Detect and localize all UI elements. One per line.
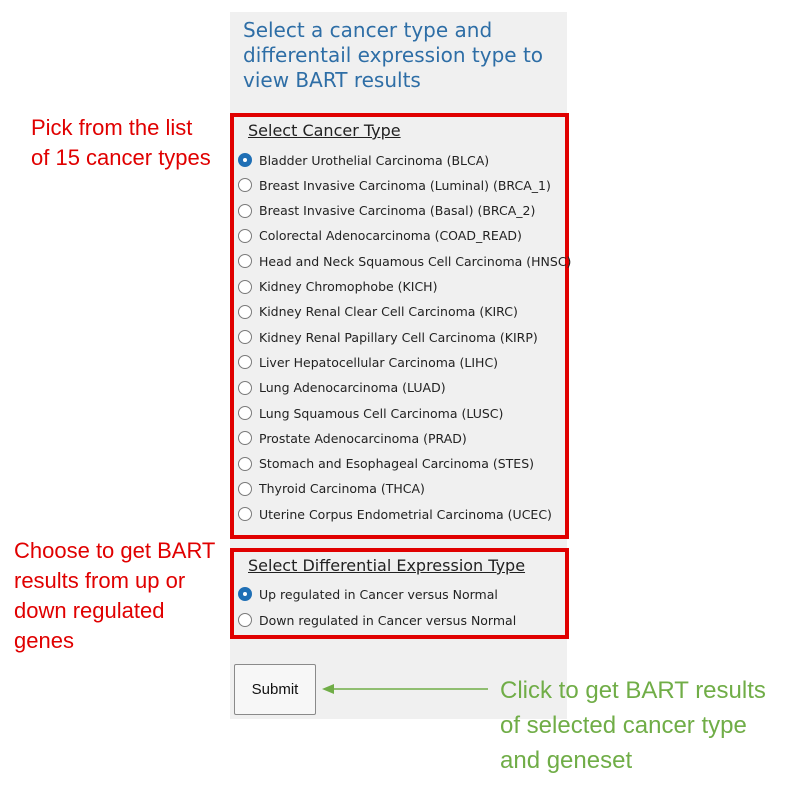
cancer-type-option-label: Uterine Corpus Endometrial Carcinoma (UC… — [259, 506, 552, 522]
cancer-type-option-label: Head and Neck Squamous Cell Carcinoma (H… — [259, 253, 572, 269]
cancer-type-option[interactable]: Lung Adenocarcinoma (LUAD) — [238, 378, 446, 398]
radio-button[interactable] — [238, 254, 252, 269]
radio-button[interactable] — [238, 406, 252, 420]
radio-button[interactable] — [238, 153, 252, 167]
cancer-type-option-label: Breast Invasive Carcinoma (Basal) (BRCA_… — [259, 203, 536, 219]
radio-button[interactable] — [238, 380, 252, 395]
cancer-type-option[interactable]: Breast Invasive Carcinoma (Luminal) (BRC… — [238, 175, 551, 195]
cancer-type-option[interactable]: Kidney Renal Clear Cell Carcinoma (KIRC) — [238, 302, 518, 322]
radio-button[interactable] — [238, 431, 252, 446]
cancer-type-option-label: Kidney Chromophobe (KICH) — [259, 279, 438, 294]
cancer-type-option-label: Kidney Renal Papillary Cell Carcinoma (K… — [259, 329, 538, 345]
diff-type-option-label: Down regulated in Cancer versus Normal — [259, 612, 517, 628]
arrow-left-icon — [322, 684, 488, 694]
radio-button[interactable] — [238, 507, 252, 522]
submit-annotation-line: of selected cancer type — [500, 712, 747, 739]
radio-button[interactable] — [238, 456, 252, 471]
cancer-type-option[interactable]: Kidney Chromophobe (KICH) — [238, 277, 437, 297]
cancer-type-option[interactable]: Colorectal Adenocarcinoma (COAD_READ) — [238, 226, 522, 246]
panel-title: Select a cancer type and differentail ex… — [243, 18, 544, 92]
radio-button[interactable] — [238, 228, 252, 243]
cancer-type-option-label: Liver Hepatocellular Carcinoma (LIHC) — [259, 354, 499, 370]
cancer-type-option-label: Stomach and Esophageal Carcinoma (STES) — [259, 456, 535, 472]
radio-button[interactable] — [238, 355, 252, 370]
submit-annotation-line: Click to get BART results — [500, 677, 766, 704]
cancer-type-option[interactable]: Lung Squamous Cell Carcinoma (LUSC) — [238, 403, 503, 423]
diff-annotation: Choose to get BART results from up or do… — [14, 536, 215, 656]
cancer-type-option[interactable]: Breast Invasive Carcinoma (Basal) (BRCA_… — [238, 201, 535, 221]
diff-type-option-label: Up regulated in Cancer versus Normal — [259, 586, 498, 602]
radio-button[interactable] — [238, 304, 252, 319]
cancer-type-option-label: Prostate Adenocarcinoma (PRAD) — [259, 430, 467, 446]
radio-button[interactable] — [238, 330, 252, 345]
diff-annotation-line: Choose to get BART — [14, 538, 216, 563]
radio-button[interactable] — [238, 178, 252, 193]
cancer-annotation-line: Pick from the list — [31, 115, 193, 140]
cancer-type-option-label: Breast Invasive Carcinoma (Luminal) (BRC… — [259, 177, 551, 193]
radio-button[interactable] — [238, 481, 252, 496]
cancer-section-title: Select Cancer Type — [248, 121, 401, 140]
radio-button[interactable] — [238, 587, 252, 601]
cancer-annotation-line: of 15 cancer types — [31, 145, 211, 170]
cancer-type-option-label: Kidney Renal Clear Cell Carcinoma (KIRC) — [259, 304, 518, 320]
cancer-type-option[interactable]: Liver Hepatocellular Carcinoma (LIHC) — [238, 352, 498, 372]
diff-section-title: Select Differential Expression Type — [248, 556, 526, 575]
submit-annotation-line: and geneset — [500, 747, 633, 774]
cancer-annotation: Pick from the list of 15 cancer types — [31, 113, 211, 173]
submit-button[interactable]: Submit — [234, 664, 316, 715]
cancer-type-option-label: Lung Squamous Cell Carcinoma (LUSC) — [259, 405, 504, 421]
radio-button[interactable] — [238, 613, 252, 627]
submit-annotation: Click to get BART results of selected ca… — [500, 673, 766, 778]
cancer-type-option[interactable]: Stomach and Esophageal Carcinoma (STES) — [238, 454, 534, 474]
cancer-type-option[interactable]: Uterine Corpus Endometrial Carcinoma (UC… — [238, 504, 552, 524]
diff-annotation-line: down regulated — [14, 598, 165, 623]
diff-annotation-line: results from up or — [14, 568, 186, 593]
cancer-type-option[interactable]: Bladder Urothelial Carcinoma (BLCA) — [238, 150, 489, 170]
cancer-type-option-label: Colorectal Adenocarcinoma (COAD_READ) — [259, 228, 522, 244]
diff-annotation-line: genes — [14, 628, 74, 653]
diff-type-option[interactable]: Up regulated in Cancer versus Normal — [238, 584, 498, 604]
cancer-type-option-label: Bladder Urothelial Carcinoma (BLCA) — [259, 152, 490, 168]
cancer-type-option-label: Lung Adenocarcinoma (LUAD) — [259, 380, 446, 396]
radio-button[interactable] — [238, 279, 252, 294]
diff-type-option[interactable]: Down regulated in Cancer versus Normal — [238, 610, 516, 630]
cancer-type-option-label: Thyroid Carcinoma (THCA) — [259, 481, 425, 497]
cancer-type-option[interactable]: Kidney Renal Papillary Cell Carcinoma (K… — [238, 327, 538, 347]
cancer-type-option[interactable]: Prostate Adenocarcinoma (PRAD) — [238, 428, 467, 448]
radio-button[interactable] — [238, 203, 252, 218]
cancer-type-option[interactable]: Head and Neck Squamous Cell Carcinoma (H… — [238, 251, 571, 271]
cancer-type-option[interactable]: Thyroid Carcinoma (THCA) — [238, 479, 425, 499]
